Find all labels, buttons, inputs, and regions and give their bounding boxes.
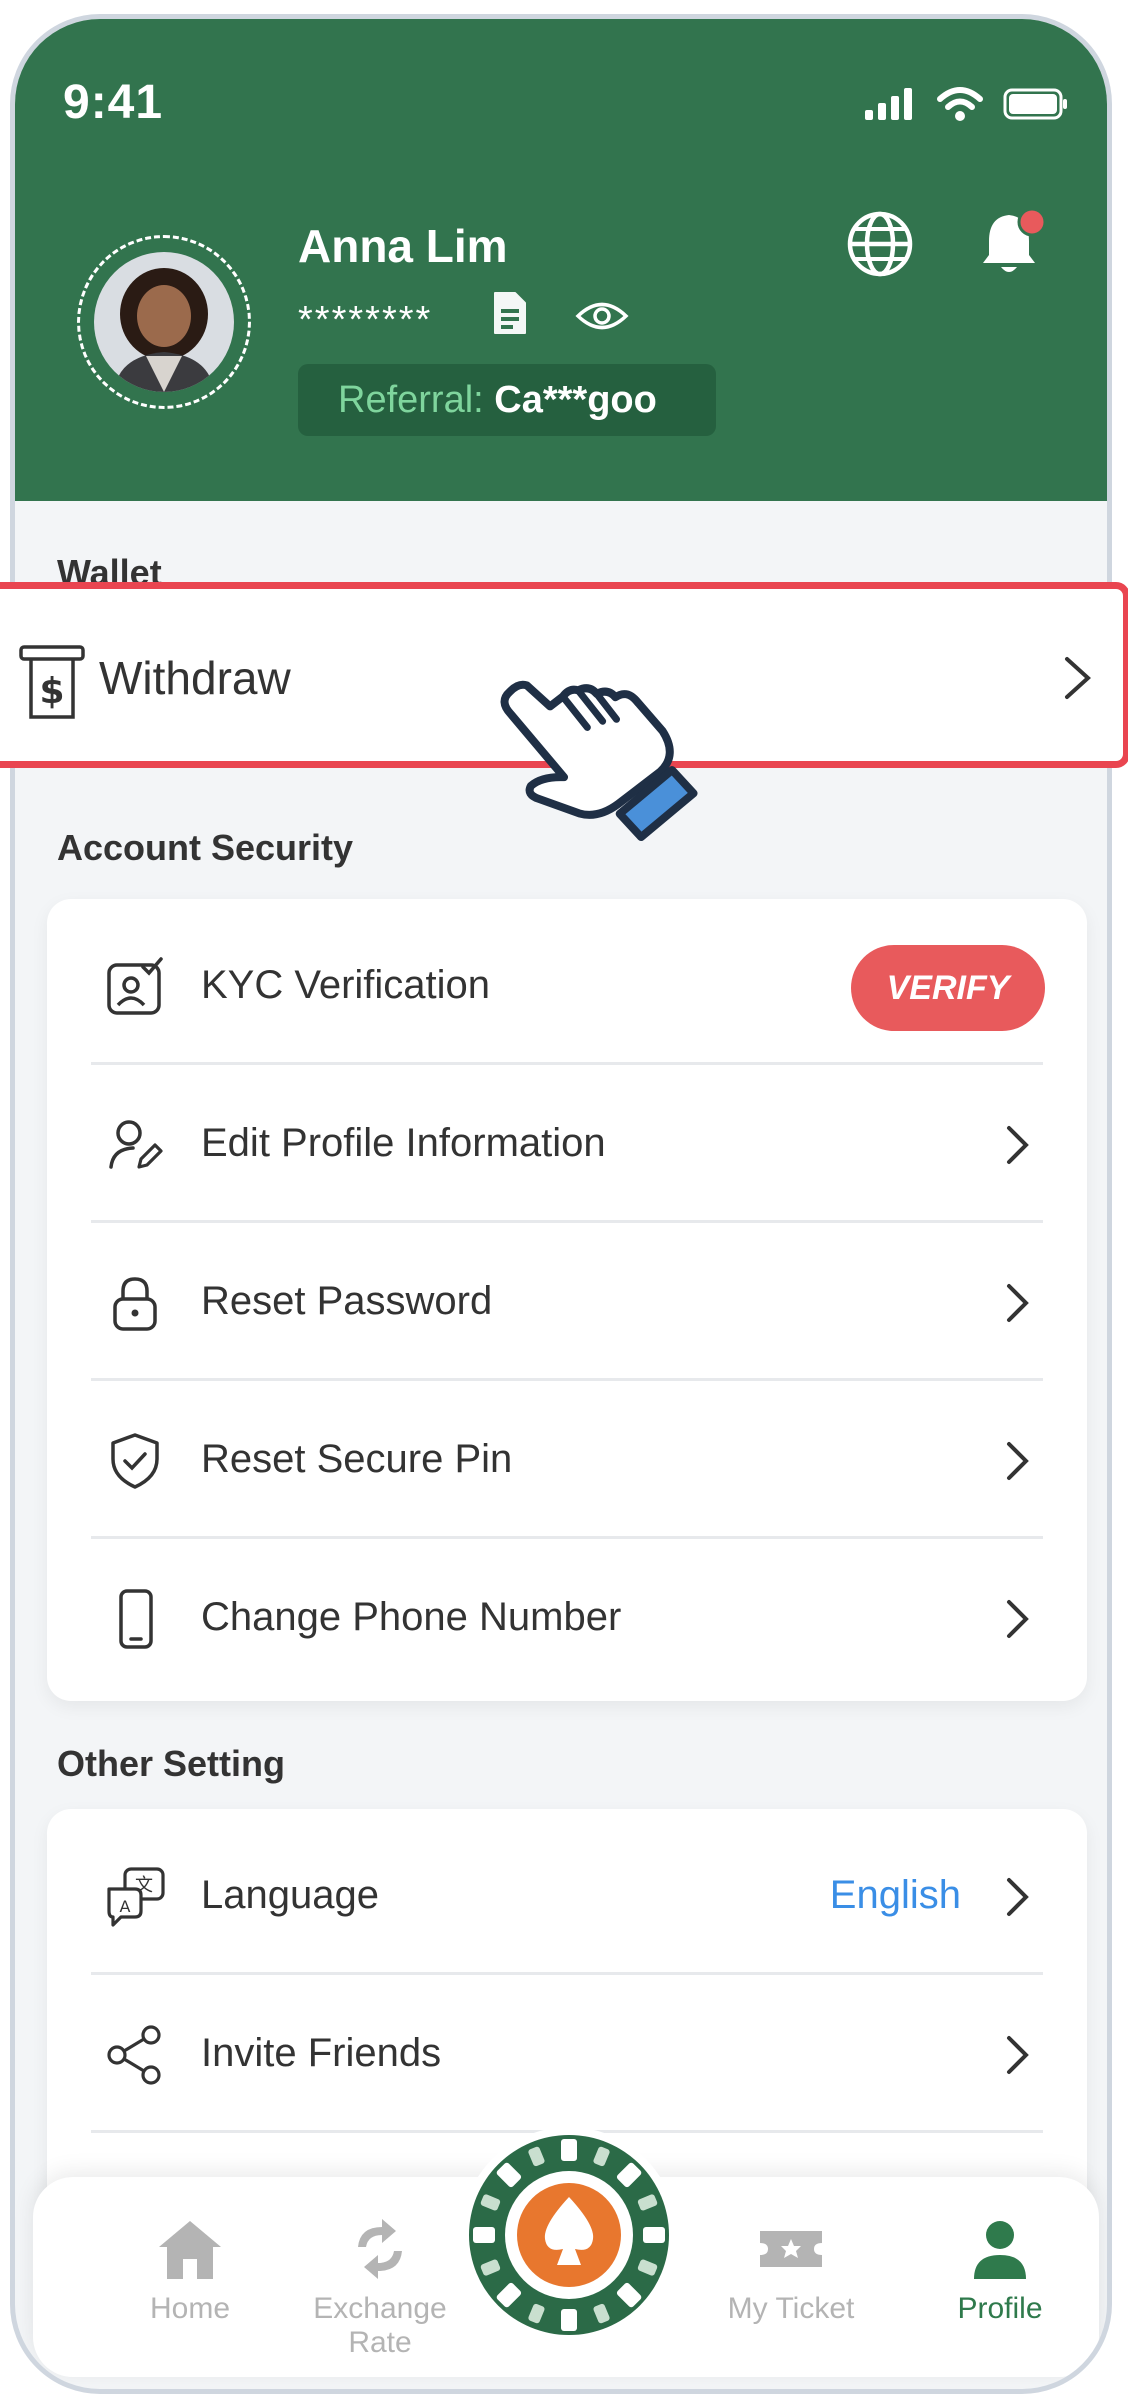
bell-icon[interactable] xyxy=(977,207,1049,286)
chevron-right-icon xyxy=(1005,1440,1031,1487)
nav-home-label: Home xyxy=(149,2292,231,2325)
globe-icon[interactable] xyxy=(845,209,915,284)
home-icon xyxy=(159,2221,221,2279)
share-icon xyxy=(105,2025,165,2090)
nav-profile[interactable]: Profile xyxy=(900,2217,1100,2326)
masked-account-id: ******** xyxy=(298,299,433,341)
edit-profile-row[interactable]: Edit Profile Information xyxy=(47,1065,1087,1223)
account-security-card: KYC Verification VERIFY Edit Profile Inf… xyxy=(47,899,1087,1701)
chevron-right-icon xyxy=(1005,1282,1031,1329)
withdraw-cash-icon: $ xyxy=(19,645,85,724)
kyc-icon xyxy=(105,957,165,1022)
language-label: Language xyxy=(201,1873,379,1917)
user-name: Anna Lim xyxy=(298,220,508,272)
withdraw-label: Withdraw xyxy=(99,652,291,704)
nav-my-ticket[interactable]: My Ticket xyxy=(691,2217,891,2326)
referral-label: Referral: xyxy=(338,379,495,421)
nav-exchange-rate[interactable]: Exchange Rate xyxy=(280,2217,480,2360)
reset-password-label: Reset Password xyxy=(201,1279,493,1323)
nav-exchange-rate-label: Exchange Rate xyxy=(313,2292,447,2359)
phone-icon xyxy=(105,1589,165,1654)
referral-code[interactable]: Referral: Ca***goo xyxy=(298,364,716,436)
copy-icon[interactable] xyxy=(485,289,533,342)
other-setting-title: Other Setting xyxy=(57,1743,286,1784)
chevron-right-icon xyxy=(1005,2034,1031,2081)
chevron-right-icon xyxy=(1005,1598,1031,1645)
language-row[interactable]: 文 A Language English xyxy=(47,1817,1087,1975)
change-phone-label: Change Phone Number xyxy=(201,1595,622,1639)
nav-profile-label: Profile xyxy=(957,2292,1043,2325)
kyc-verification-row[interactable]: KYC Verification VERIFY xyxy=(47,907,1087,1065)
reset-password-row[interactable]: Reset Password xyxy=(47,1223,1087,1381)
reset-secure-pin-label: Reset Secure Pin xyxy=(201,1437,513,1481)
nav-home[interactable]: Home xyxy=(90,2217,290,2326)
nav-my-ticket-label: My Ticket xyxy=(727,2292,855,2325)
avatar-ring[interactable] xyxy=(77,235,251,409)
wifi-icon xyxy=(937,87,983,121)
invite-friends-row[interactable]: Invite Friends xyxy=(47,1975,1087,2133)
translate-icon: 文 A xyxy=(105,1867,167,1932)
eye-icon[interactable] xyxy=(575,299,629,338)
reset-secure-pin-row[interactable]: Reset Secure Pin xyxy=(47,1381,1087,1539)
verify-button[interactable]: VERIFY xyxy=(851,945,1045,1031)
svg-text:A: A xyxy=(120,1897,131,1916)
avatar-photo xyxy=(94,252,234,392)
svg-text:$: $ xyxy=(39,671,64,712)
chevron-right-icon xyxy=(1005,1124,1031,1171)
edit-profile-label: Edit Profile Information xyxy=(201,1121,606,1165)
language-value: English xyxy=(829,1873,961,1917)
battery-icon xyxy=(1003,88,1067,120)
user-edit-icon xyxy=(105,1115,165,1180)
invite-friends-label: Invite Friends xyxy=(201,2031,442,2075)
account-security-title: Account Security xyxy=(57,827,354,868)
profile-header: 9:41 Anna Lim ******** Referral: Ca***go… xyxy=(15,19,1107,501)
avatar xyxy=(94,252,234,392)
pointer-hand-icon xyxy=(500,670,710,855)
profile-icon xyxy=(974,2221,1026,2279)
exchange-icon xyxy=(358,2219,402,2279)
change-phone-row[interactable]: Change Phone Number xyxy=(47,1539,1087,1697)
poker-chip-icon xyxy=(461,2127,677,2343)
lock-icon xyxy=(105,1273,165,1338)
center-chip-button[interactable] xyxy=(459,2125,679,2345)
referral-value: Ca***goo xyxy=(494,379,657,421)
ticket-icon xyxy=(760,2231,822,2267)
phone-frame: 9:41 Anna Lim ******** Referral: Ca***go… xyxy=(10,14,1112,2394)
chevron-right-icon xyxy=(1005,1876,1031,1923)
chevron-right-icon xyxy=(1063,655,1093,706)
signal-icon xyxy=(865,88,912,120)
shield-check-icon xyxy=(105,1431,165,1496)
kyc-label: KYC Verification xyxy=(201,963,491,1007)
status-time: 9:41 xyxy=(63,76,164,129)
status-icons xyxy=(865,87,1069,121)
